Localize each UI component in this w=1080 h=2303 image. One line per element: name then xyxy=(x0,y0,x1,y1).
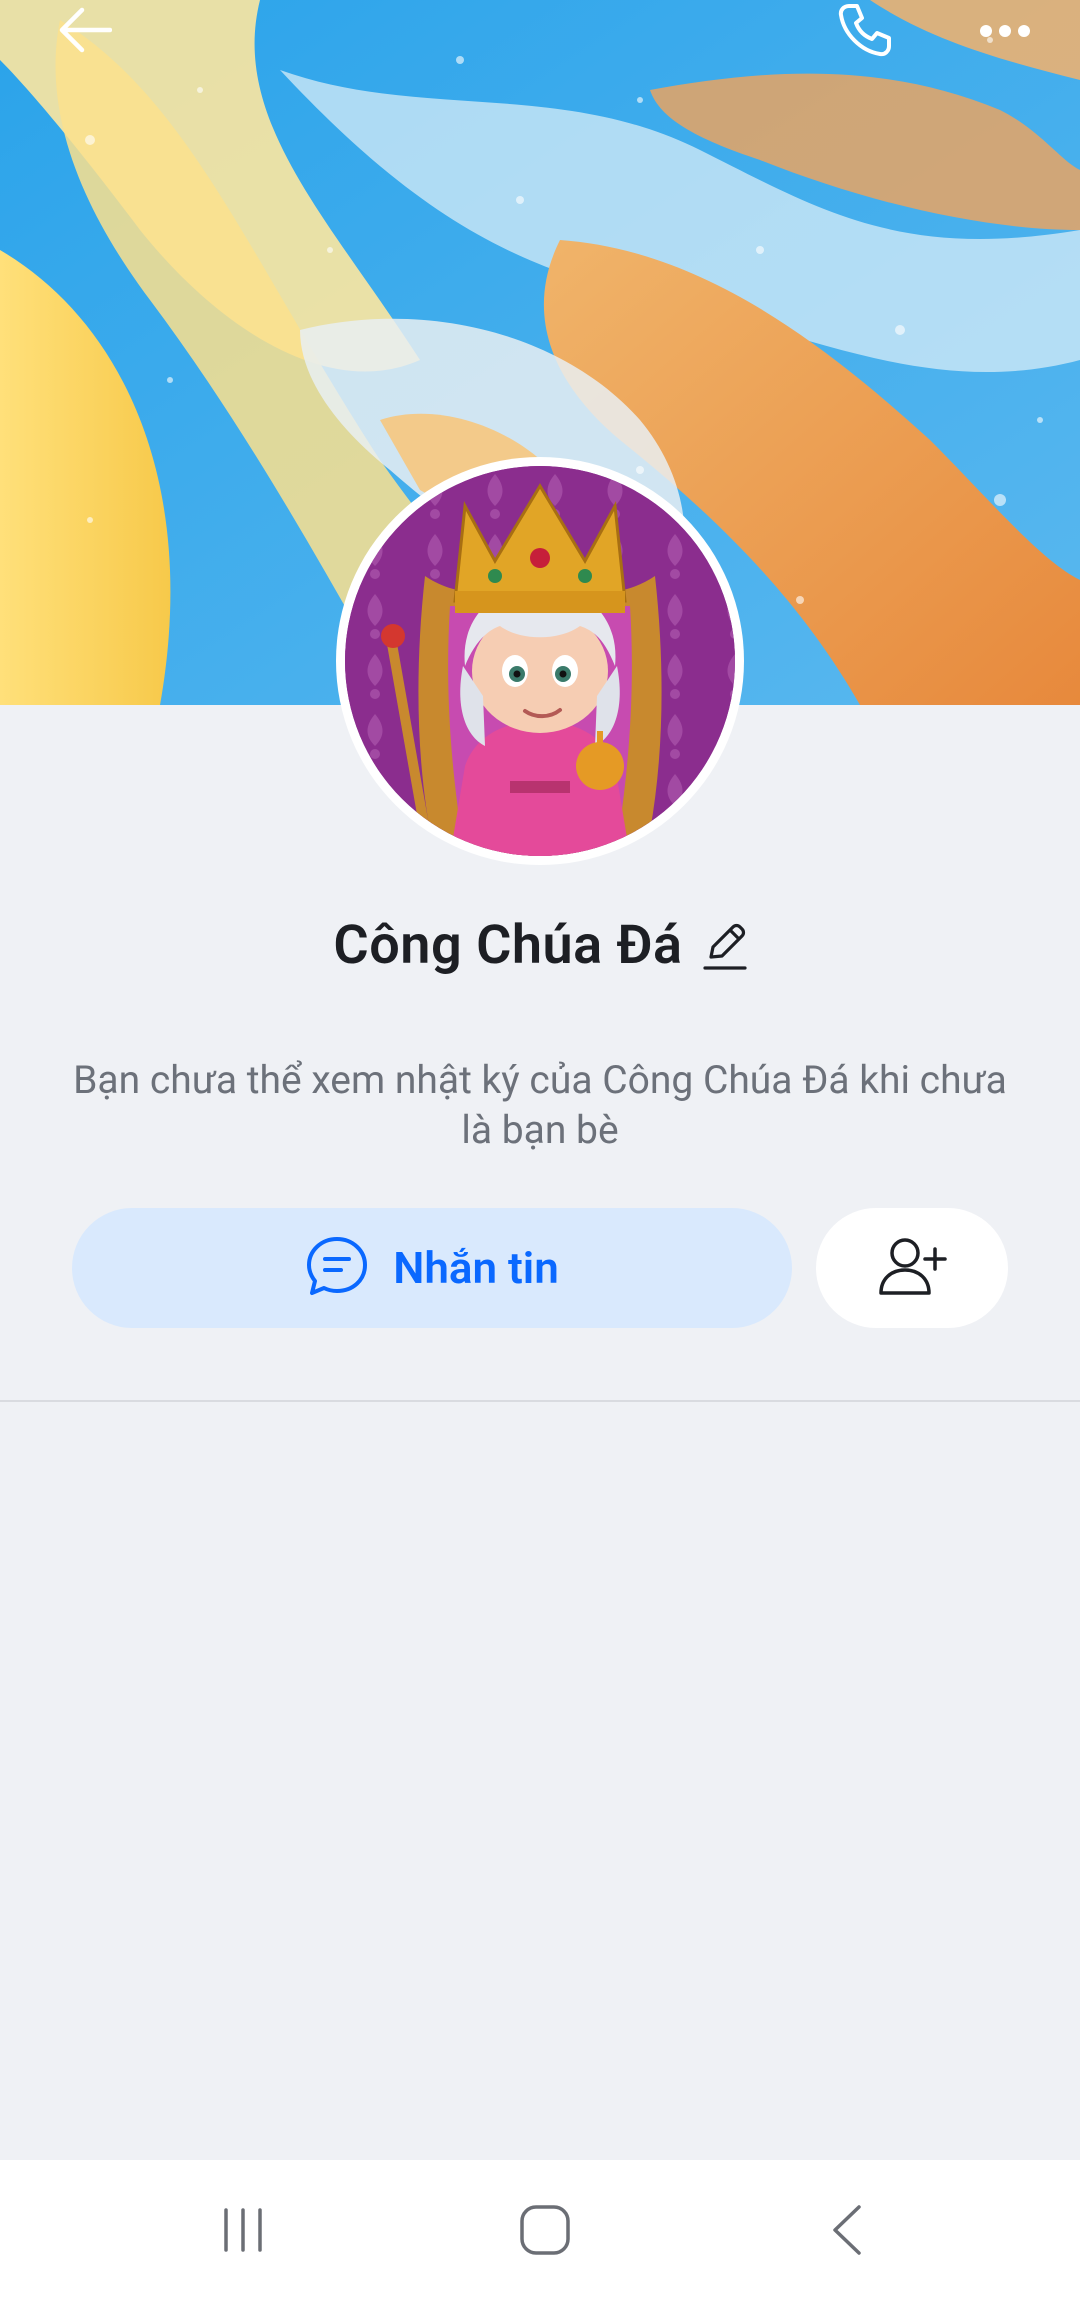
message-button[interactable]: Nhắn tin xyxy=(72,1208,792,1328)
pencil-icon[interactable] xyxy=(702,919,747,971)
more-dots-icon xyxy=(979,23,1031,42)
home-icon xyxy=(518,2203,572,2261)
recent-apps-icon xyxy=(218,2205,268,2259)
chevron-left-icon xyxy=(829,2203,865,2261)
profile-name: Công Chúa Đá xyxy=(333,913,683,977)
add-friend-button[interactable] xyxy=(816,1208,1008,1328)
call-button[interactable] xyxy=(820,0,910,64)
system-nav-bar xyxy=(0,2160,1080,2303)
message-button-label: Nhắn tin xyxy=(393,1242,559,1294)
arrow-left-icon xyxy=(58,7,113,57)
recent-apps-button[interactable] xyxy=(163,2160,323,2303)
profile-name-row: Công Chúa Đá xyxy=(0,905,1080,985)
privacy-note: Bạn chưa thể xem nhật ký của Công Chúa Đ… xyxy=(73,1057,1007,1153)
phone-icon xyxy=(835,0,895,64)
chat-bubble-icon xyxy=(305,1235,369,1301)
more-button[interactable] xyxy=(960,0,1050,64)
system-back-button[interactable] xyxy=(767,2160,927,2303)
top-bar xyxy=(0,0,1080,70)
avatar-frame xyxy=(336,457,744,865)
back-button[interactable] xyxy=(40,0,130,64)
home-button[interactable] xyxy=(465,2160,625,2303)
avatar[interactable] xyxy=(345,466,735,856)
section-divider xyxy=(0,1400,1080,1402)
add-user-icon xyxy=(877,1235,947,1301)
